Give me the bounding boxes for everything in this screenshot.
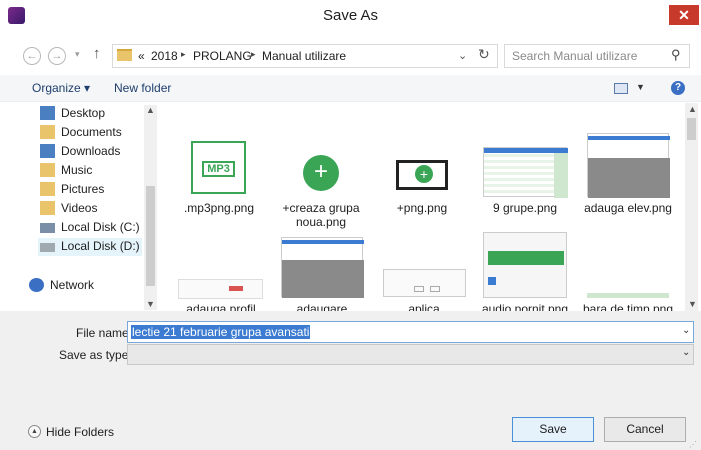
plus-circle-icon: + <box>303 155 339 191</box>
breadcrumb-manual-utilizare[interactable]: Manual utilizare <box>262 49 346 63</box>
scroll-up-icon[interactable]: ▲ <box>146 105 155 115</box>
thumb-button <box>414 286 424 292</box>
forward-arrow-icon[interactable]: → <box>48 47 66 65</box>
breadcrumb-prolang[interactable]: PROLANG <box>193 49 252 63</box>
thumb-toolbar <box>488 251 564 265</box>
file-name-creaza-grupa-noua[interactable]: +creaza grupa noua.png <box>275 201 367 229</box>
breadcrumb-overflow[interactable]: « <box>138 49 145 63</box>
disk-d-icon <box>40 243 55 252</box>
thumb-body <box>282 260 364 298</box>
window-title: Save As <box>322 7 379 24</box>
save-as-type-select[interactable] <box>127 344 694 365</box>
scroll-down-icon[interactable]: ▼ <box>688 299 697 309</box>
file-name-png[interactable]: +png.png <box>376 201 468 215</box>
file-name-label: File name: <box>76 326 133 340</box>
videos-folder-icon <box>40 201 55 215</box>
hide-folders-chevron-icon[interactable]: ▲ <box>28 425 41 438</box>
file-name-audio-pornit[interactable]: audio pornit.png <box>479 302 571 311</box>
network-icon <box>29 278 44 292</box>
search-icon[interactable]: ⚲ <box>671 47 681 63</box>
file-name-adaugare[interactable]: adaugare <box>276 302 368 311</box>
up-arrow-icon[interactable]: ↑ <box>93 45 101 62</box>
music-folder-icon <box>40 163 55 177</box>
create-group-thumbnail[interactable]: + <box>300 153 342 197</box>
file-name-9-grupe[interactable]: 9 grupe.png <box>479 201 571 215</box>
breadcrumb-separator-icon[interactable]: ▸ <box>181 49 186 60</box>
adaugare-thumbnail[interactable] <box>281 237 364 298</box>
hide-folders-button[interactable]: Hide Folders <box>46 425 114 439</box>
view-options-chevron-icon[interactable]: ▼ <box>636 82 645 92</box>
save-as-type-label: Save as type: <box>59 348 132 362</box>
folder-icon <box>117 49 132 61</box>
save-as-type-dropdown-icon[interactable]: ⌄ <box>682 347 690 358</box>
thumb-sidebar <box>554 153 568 198</box>
change-view-icon[interactable] <box>614 83 628 94</box>
pictures-folder-icon <box>40 182 55 196</box>
mp3-file-icon[interactable]: MP3 <box>191 141 246 194</box>
toolbar <box>0 75 701 102</box>
breadcrumb-separator-icon[interactable]: ▸ <box>251 49 256 60</box>
recent-locations-chevron-icon[interactable]: ▾ <box>75 49 80 60</box>
png-thumbnail[interactable]: + <box>396 160 448 190</box>
thumb-header <box>588 136 670 140</box>
file-name-aplica[interactable]: aplica <box>378 302 470 311</box>
thumb-mark <box>229 286 243 291</box>
nav-scrollbar-thumb[interactable] <box>146 186 155 286</box>
plus-circle-icon: + <box>415 165 433 183</box>
new-folder-button[interactable]: New folder <box>114 81 171 95</box>
bara-de-timp-thumbnail[interactable] <box>587 293 669 298</box>
help-icon[interactable]: ? <box>671 81 685 95</box>
cancel-button[interactable]: Cancel <box>604 417 686 442</box>
desktop-folder-icon <box>40 106 55 120</box>
nav-item-label: Local Disk (C:) <box>61 220 140 234</box>
nav-item-label: Downloads <box>61 144 121 158</box>
documents-folder-icon <box>40 125 55 139</box>
file-name-dropdown-icon[interactable]: ⌄ <box>682 325 690 336</box>
close-button[interactable]: ✕ <box>669 5 699 25</box>
refresh-icon[interactable]: ↻ <box>478 46 490 63</box>
aplica-thumbnail[interactable] <box>383 269 466 297</box>
back-arrow-icon[interactable]: ← <box>23 47 41 65</box>
thumb-icon <box>488 277 496 285</box>
thumb-body <box>588 158 670 198</box>
file-list-pane: MP3 .mp3png.png + +creaza grupa noua.png… <box>160 103 684 311</box>
scroll-up-icon[interactable]: ▲ <box>688 104 697 114</box>
file-name-value[interactable]: lectie 21 februarie grupa avansati <box>131 325 311 339</box>
nav-item-label: Music <box>61 163 93 177</box>
nav-item-label: Pictures <box>61 182 105 196</box>
file-name-bara-de-timp[interactable]: bara de timp.png <box>582 302 674 311</box>
breadcrumb-2018[interactable]: 2018 <box>151 49 178 63</box>
file-scrollbar-thumb[interactable] <box>687 118 696 140</box>
audio-pornit-thumbnail[interactable] <box>483 232 567 298</box>
address-dropdown-icon[interactable]: ⌄ <box>458 49 467 62</box>
nav-item-label: Network <box>50 278 95 292</box>
downloads-folder-icon <box>40 144 55 158</box>
search-input[interactable]: Search Manual utilizare <box>512 49 637 63</box>
thumb-header <box>282 240 364 244</box>
nav-item-label: Videos <box>61 201 98 215</box>
scroll-down-icon[interactable]: ▼ <box>146 299 155 309</box>
resize-grip-icon[interactable]: ⋰ <box>689 440 697 449</box>
disk-c-icon <box>40 223 55 233</box>
adauga-profil-thumbnail[interactable] <box>178 279 263 299</box>
save-button[interactable]: Save <box>512 417 594 442</box>
adauga-elev-thumbnail[interactable] <box>587 133 670 198</box>
file-name-adauga-profil[interactable]: adauga profil <box>175 302 267 311</box>
file-name-adauga-elev[interactable]: adauga elev.png <box>582 201 674 215</box>
nav-item-label: Documents <box>61 125 122 139</box>
file-name-mp3png[interactable]: .mp3png.png <box>173 201 265 215</box>
nav-item-label: Desktop <box>61 106 106 120</box>
grupe-thumbnail[interactable] <box>483 147 568 198</box>
organize-button[interactable]: Organize ▾ <box>32 81 90 95</box>
nav-item-label: Local Disk (D:) <box>61 239 140 253</box>
mp3-label: MP3 <box>202 161 235 177</box>
thumb-button <box>430 286 440 292</box>
